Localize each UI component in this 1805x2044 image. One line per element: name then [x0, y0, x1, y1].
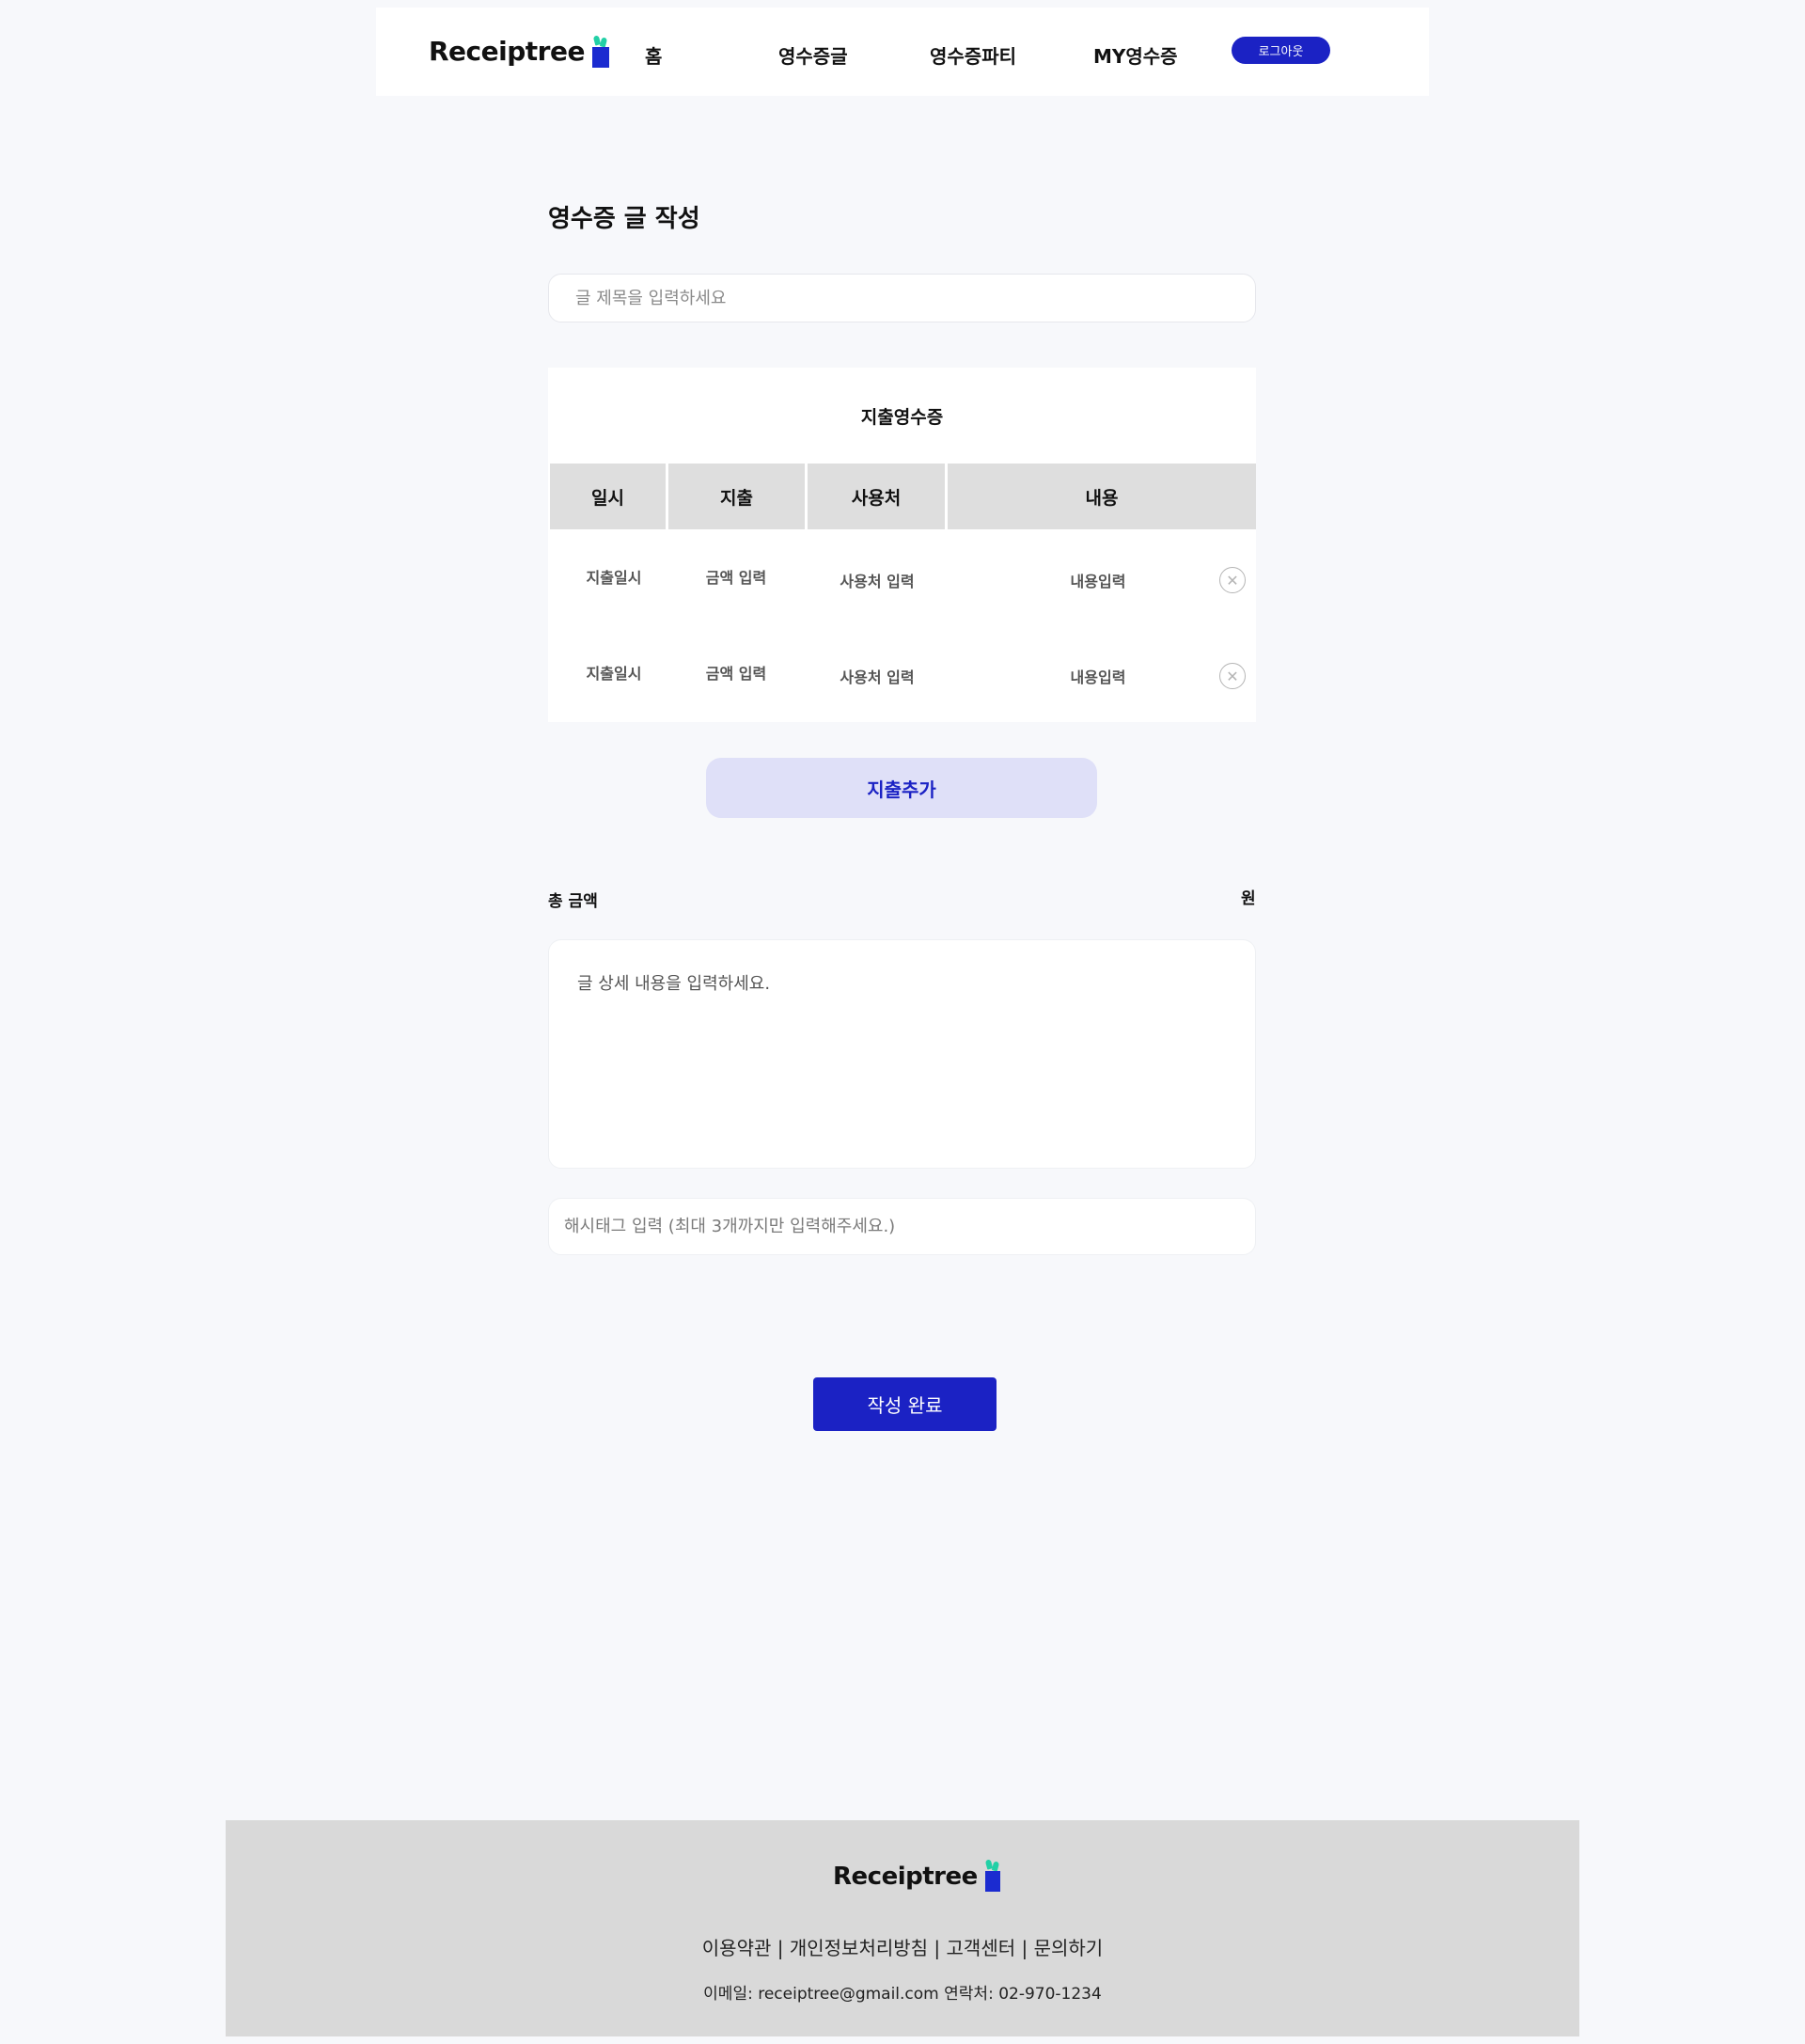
hashtag-input[interactable] — [548, 1198, 1256, 1255]
nav-item-home[interactable]: 홈 — [645, 45, 662, 68]
logout-button[interactable]: 로그아웃 — [1232, 37, 1330, 64]
expense-content-input[interactable] — [1018, 668, 1178, 686]
footer-separator: | — [1021, 1937, 1028, 1959]
add-expense-button[interactable]: 지출추가 — [706, 758, 1097, 818]
nav-item-receipt-posts[interactable]: 영수증글 — [778, 45, 848, 68]
expense-place-input[interactable] — [811, 573, 943, 590]
expense-date-input[interactable] — [567, 665, 661, 683]
table-row: ✕ — [548, 648, 1256, 704]
receipt-title: 지출영수증 — [860, 407, 944, 428]
nav-item-my-receipts[interactable]: MY영수증 — [1093, 45, 1178, 68]
close-circle-icon[interactable]: ✕ — [1219, 663, 1246, 689]
column-header-content: 내용 — [948, 464, 1256, 529]
expense-amount-input[interactable] — [689, 569, 783, 587]
expense-receipt-card: 지출영수증 일시 지출 사용처 내용 ✕ ✕ — [548, 368, 1256, 722]
receipt-table-header: 일시 지출 사용처 내용 — [550, 464, 1256, 529]
logo[interactable]: Receiptree — [429, 35, 609, 68]
footer-contact-info: 이메일: receiptree@gmail.com 연락처: 02-970-12… — [703, 1985, 1102, 2004]
post-detail-textarea[interactable] — [548, 939, 1256, 1169]
expense-content-input[interactable] — [1018, 573, 1178, 590]
footer-logo-text: Receiptree — [833, 1863, 978, 1891]
expense-date-input[interactable] — [567, 569, 661, 587]
footer-logo[interactable]: Receiptree — [833, 1859, 1000, 1892]
footer-links: 이용약관 | 개인정보처리방침 | 고객센터 | 문의하기 — [226, 1933, 1579, 1960]
top-navigation-bar: Receiptree 홈 영수증글 영수증파티 MY영수증 로그아웃 — [376, 8, 1429, 96]
footer-separator: | — [934, 1937, 941, 1959]
close-circle-icon[interactable]: ✕ — [1219, 567, 1246, 593]
expense-place-input[interactable] — [811, 668, 943, 686]
submit-button[interactable]: 작성 완료 — [813, 1377, 997, 1431]
page-title: 영수증 글 작성 — [548, 205, 700, 233]
footer: Receiptree 이용약관 | 개인정보처리방침 | 고객센터 | 문의하기… — [226, 1820, 1579, 2036]
nav-item-receipt-party[interactable]: 영수증파티 — [930, 45, 1016, 68]
logo-text: Receiptree — [429, 36, 585, 67]
footer-link-terms[interactable]: 이용약관 — [702, 1937, 772, 1959]
post-title-input[interactable] — [548, 274, 1256, 322]
total-amount-label: 총 금액 — [548, 892, 598, 911]
column-header-place: 사용처 — [808, 464, 945, 529]
expense-amount-input[interactable] — [689, 665, 783, 683]
total-amount-unit: 원 — [1241, 889, 1256, 908]
column-header-amount: 지출 — [668, 464, 805, 529]
footer-separator: | — [777, 1937, 784, 1959]
receipt-tree-logo-icon — [591, 35, 609, 68]
receipt-tree-logo-icon — [984, 1859, 1000, 1892]
footer-link-privacy[interactable]: 개인정보처리방침 — [790, 1937, 928, 1959]
column-header-date: 일시 — [550, 464, 666, 529]
footer-link-contact[interactable]: 문의하기 — [1034, 1937, 1104, 1959]
table-row: ✕ — [548, 552, 1256, 608]
footer-link-support[interactable]: 고객센터 — [947, 1937, 1016, 1959]
